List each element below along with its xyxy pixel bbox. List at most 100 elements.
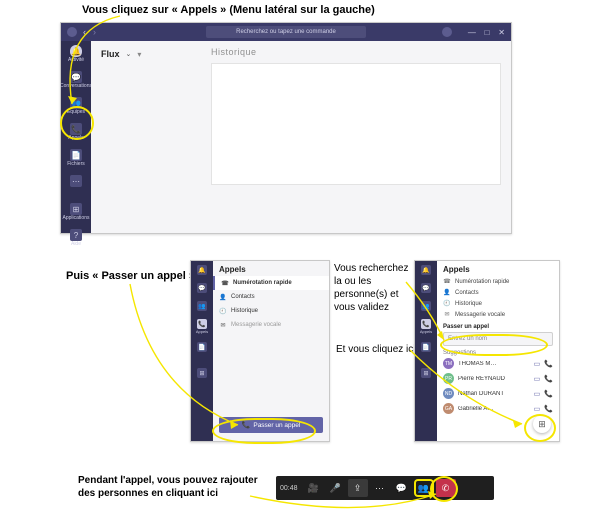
rail3-activity[interactable]: 🔔 (415, 265, 437, 275)
calls-row-history[interactable]: 🕘 Historique (213, 304, 329, 318)
share-icon: ⇪ (354, 483, 362, 494)
profile-avatar[interactable] (442, 27, 452, 37)
person-row[interactable]: TM THOMAS M… ▭ 📞 (443, 356, 553, 371)
rail-help[interactable]: ? Aide (65, 229, 87, 247)
rail-apps[interactable]: ⊞ Applications (65, 203, 87, 221)
calls-row-voicemail[interactable]: ✉ Messagerie vocale (213, 318, 329, 332)
voicemail-icon: ✉ (443, 311, 451, 318)
maximize-icon[interactable]: □ (485, 28, 490, 37)
teams-calls-window: 🔔 💬 👥 📞 Appels 📄 ⊞ Appels ☎ Numérotation… (190, 260, 330, 442)
rail-chat[interactable]: 💬 Conversations (65, 71, 87, 89)
more-icon: ⋯ (375, 483, 384, 494)
rail2-activity[interactable]: 🔔 (191, 265, 213, 275)
flux-title[interactable]: Flux (101, 49, 120, 59)
files-icon: 📄 (70, 149, 82, 161)
s-row-label: Messagerie vocale (455, 312, 505, 318)
caption-appels: Vous cliquez sur « Appels » (Menu latéra… (82, 4, 375, 16)
calls-row-label: Contacts (231, 294, 255, 300)
make-call-button[interactable]: 📞 Passer un appel (219, 417, 323, 433)
calls-list: Appels ☎ Numérotation rapide 👤 Contacts … (213, 261, 329, 441)
rail2-calls[interactable]: 📞 Appels (191, 319, 213, 334)
left-rail-search: 🔔 💬 👥 📞 Appels 📄 ⊞ (415, 261, 437, 441)
rail3-files[interactable]: 📄 (415, 342, 437, 352)
video-icon[interactable]: ▭ (534, 405, 541, 413)
contacts-icon: 👤 (219, 293, 227, 301)
teams-search-window: 🔔 💬 👥 📞 Appels 📄 ⊞ Appels ☎Numérotation … (414, 260, 560, 442)
call-icon[interactable]: 📞 (544, 360, 553, 368)
chat-button[interactable]: 💬 (392, 479, 412, 497)
hangup-button[interactable]: ✆ (436, 479, 456, 497)
more-icon: ⋯ (70, 175, 82, 187)
left-rail: 🔔 Activité 💬 Conversations 👥 Équipes 📞 A… (61, 41, 91, 233)
camera-button[interactable]: 🎥 (304, 479, 324, 497)
rail-more[interactable]: ⋯ (65, 175, 87, 187)
video-icon[interactable]: ▭ (534, 360, 541, 368)
mic-icon: 🎤 (330, 483, 341, 494)
teams-icon: 👥 (421, 301, 431, 311)
srow-voicemail[interactable]: ✉ Messagerie vocale (443, 309, 553, 320)
rail2-apps[interactable]: ⊞ (191, 368, 213, 378)
rail3-apps[interactable]: ⊞ (415, 368, 437, 378)
add-participants-button[interactable]: 👥 (414, 479, 434, 497)
call-icon[interactable]: 📞 (544, 405, 553, 413)
person-name: Gabrielle A… (458, 406, 530, 412)
video-icon[interactable]: ▭ (534, 390, 541, 398)
chat-icon: 💬 (421, 283, 431, 293)
rail-teams[interactable]: 👥 Équipes (65, 97, 87, 115)
global-search-input[interactable]: Recherchez ou tapez une commande (206, 26, 366, 38)
nav-back-icon[interactable]: ‹ (83, 27, 86, 37)
srow-speeddial[interactable]: ☎Numérotation rapide (443, 276, 553, 287)
content-pane: Flux ⌄ ▾ Historique (91, 41, 511, 233)
bell-icon: 🔔 (421, 265, 431, 275)
srow-contacts[interactable]: 👤Contacts (443, 287, 553, 298)
close-icon[interactable]: ✕ (498, 28, 505, 37)
historique-heading: Historique (211, 47, 257, 57)
chevron-down-icon[interactable]: ⌄ (126, 50, 132, 58)
minimize-icon[interactable]: — (468, 28, 476, 37)
window-menu-icon[interactable] (67, 27, 77, 37)
apps-icon: ⊞ (421, 368, 431, 378)
person-name: Nathan DURANT (458, 391, 530, 397)
rail2-files[interactable]: 📄 (191, 342, 213, 352)
person-row[interactable]: PR Pierre REYNAUD ▭ 📞 (443, 371, 553, 386)
rail3-teams[interactable]: 👥 (415, 301, 437, 311)
rail3-calls-label: Appels (420, 330, 432, 334)
caption-rajouter: Pendant l'appel, vous pouvez rajouter de… (78, 474, 268, 500)
rail-activity-label: Activité (68, 58, 84, 63)
s-row-label: Historique (455, 301, 482, 307)
chat-icon: 💬 (70, 71, 82, 83)
avatar: TM (443, 358, 454, 369)
mic-button[interactable]: 🎤 (326, 479, 346, 497)
search-title: Appels (443, 265, 553, 274)
calls-row-label: Messagerie vocale (231, 322, 281, 328)
avatar: ND (443, 388, 454, 399)
nav-fwd-icon: › (93, 27, 96, 37)
rail2-teams[interactable]: 👥 (191, 301, 213, 311)
history-empty-area (211, 63, 501, 185)
srow-history[interactable]: 🕘Historique (443, 298, 553, 309)
rail-apps-label: Applications (63, 216, 90, 221)
rail2-chat[interactable]: 💬 (191, 283, 213, 293)
call-icon[interactable]: 📞 (544, 390, 553, 398)
rail-calls[interactable]: 📞 Appels (65, 123, 87, 141)
window-controls[interactable]: — □ ✕ (462, 27, 505, 38)
calls-row-contacts[interactable]: 👤 Contacts (213, 290, 329, 304)
teams-main-window: ‹ › Recherchez ou tapez une commande — □… (60, 22, 512, 234)
rail-files[interactable]: 📄 Fichiers (65, 149, 87, 167)
person-row[interactable]: ND Nathan DURANT ▭ 📞 (443, 386, 553, 401)
phone-icon: 📞 (197, 319, 207, 329)
rail-activity[interactable]: 🔔 Activité (65, 45, 87, 63)
name-input[interactable]: Entrez un nom (443, 332, 553, 346)
person-row[interactable]: GA Gabrielle A… ▭ 📞 (443, 401, 553, 416)
video-icon[interactable]: ▭ (534, 375, 541, 383)
rail3-calls[interactable]: 📞 Appels (415, 319, 437, 334)
section-passer: Passer un appel (443, 324, 553, 330)
call-icon[interactable]: 📞 (544, 375, 553, 383)
calls-row-speeddial[interactable]: ☎ Numérotation rapide (213, 276, 329, 290)
dialpad-fab[interactable]: ⊞ (533, 415, 551, 433)
more-button[interactable]: ⋯ (370, 479, 390, 497)
share-button[interactable]: ⇪ (348, 479, 368, 497)
left-rail-calls: 🔔 💬 👥 📞 Appels 📄 ⊞ (191, 261, 213, 441)
filter-icon[interactable]: ▾ (137, 50, 141, 59)
rail3-chat[interactable]: 💬 (415, 283, 437, 293)
